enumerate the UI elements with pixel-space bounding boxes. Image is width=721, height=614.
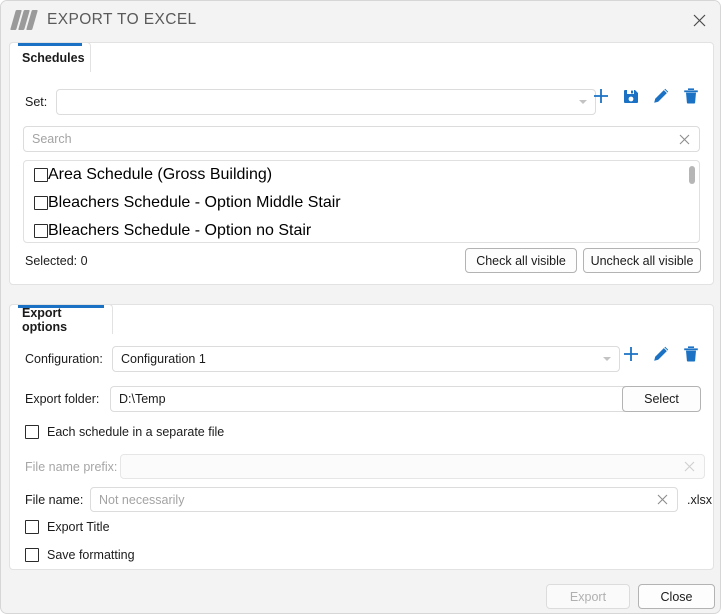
file-name-prefix-label: File name prefix: [25,459,118,474]
delete-set-button[interactable] [682,87,700,105]
separate-file-checkbox-row[interactable]: Each schedule in a separate file [25,425,224,439]
select-folder-button[interactable]: Select [622,386,701,412]
schedules-panel: Schedules Set: Search Area Schedule (Gro… [9,42,714,285]
list-item[interactable]: Bleachers Schedule - Option Middle Stair [24,189,699,217]
file-name-prefix-input[interactable] [120,454,705,479]
save-icon [624,90,638,103]
list-item-label: Bleachers Schedule - Option Middle Stair [48,194,341,211]
close-window-button[interactable] [676,1,720,39]
set-toolbar [592,87,700,105]
tab-accent-bar [18,305,104,308]
export-title-checkbox-row[interactable]: Export Title [25,520,110,534]
save-formatting-label: Save formatting [47,548,135,562]
export-folder-value: D:\Temp [119,392,166,406]
schedule-list[interactable]: Area Schedule (Gross Building) Bleachers… [23,160,700,243]
list-item-checkbox[interactable] [34,196,48,210]
title-bar: EXPORT TO EXCEL [1,1,720,39]
close-button[interactable]: Close [638,584,715,609]
file-name-label: File name: [25,492,84,507]
chevron-down-icon [603,357,611,361]
pencil-icon [654,88,669,103]
save-set-button[interactable] [622,87,640,105]
export-to-excel-dialog: EXPORT TO EXCEL Schedules Set: Search Ar… [0,0,721,614]
file-extension-label: .xlsx [687,492,712,507]
save-formatting-checkbox[interactable] [25,548,39,562]
uncheck-all-visible-button[interactable]: Uncheck all visible [583,248,701,273]
search-input[interactable]: Search [23,126,700,152]
file-name-prefix-clear-button[interactable] [683,460,696,473]
list-item-checkbox[interactable] [34,224,48,238]
page-title: EXPORT TO EXCEL [47,11,197,28]
list-scrollbar[interactable] [689,166,695,239]
export-folder-row: Export folder: D:\Temp [25,386,628,412]
configuration-label: Configuration: [25,352,103,366]
separate-file-label: Each schedule in a separate file [47,425,225,439]
tab-schedules[interactable]: Schedules [9,42,91,72]
configuration-dropdown[interactable]: Configuration 1 [112,346,620,372]
search-clear-button[interactable] [678,133,691,146]
clear-icon [657,494,668,505]
app-logo-icon [10,10,38,30]
list-item[interactable]: Bleachers Schedule - Option no Stair [24,217,699,242]
configuration-value: Configuration 1 [121,352,206,366]
chevron-down-icon [579,100,587,104]
export-button[interactable]: Export [546,584,630,609]
set-row: Set: [25,89,596,115]
close-icon [693,14,705,26]
scrollbar-thumb[interactable] [689,166,695,184]
selected-count: Selected: 0 [25,254,88,268]
file-name-placeholder: Not necessarily [99,492,185,507]
trash-icon [684,88,698,104]
separate-file-checkbox[interactable] [25,425,39,439]
add-set-button[interactable] [592,87,610,105]
plus-icon [594,89,608,103]
search-placeholder: Search [32,132,72,146]
configuration-toolbar [622,345,700,363]
list-item[interactable]: Area Schedule (Gross Building) [24,161,699,189]
export-folder-label: Export folder: [25,392,100,406]
list-item-checkbox[interactable] [34,168,48,182]
file-name-clear-button[interactable] [656,493,669,506]
export-options-panel: Export options Configuration: Configurat… [9,304,714,570]
save-formatting-checkbox-row[interactable]: Save formatting [25,548,135,562]
check-all-visible-button[interactable]: Check all visible [465,248,577,273]
file-name-row: File name: Not necessarily .xlsx [25,487,712,512]
tab-export-options[interactable]: Export options [9,304,113,334]
export-folder-input[interactable]: D:\Temp [110,386,628,412]
file-name-input[interactable]: Not necessarily [90,487,678,512]
configuration-row: Configuration: Configuration 1 [25,346,620,372]
file-name-prefix-row: File name prefix: [25,454,705,479]
tab-schedules-label: Schedules [22,50,85,65]
tab-accent-bar [18,43,82,46]
export-title-label: Export Title [47,520,110,534]
set-label: Set: [25,95,48,109]
list-item-label: Bleachers Schedule - Option no Stair [48,222,312,239]
set-dropdown[interactable] [56,89,596,115]
edit-set-button[interactable] [652,87,670,105]
delete-configuration-button[interactable] [682,345,700,363]
tab-export-options-label: Export options [22,305,68,334]
trash-icon [684,346,698,362]
add-configuration-button[interactable] [622,345,640,363]
clear-icon [679,134,690,144]
plus-icon [624,347,638,361]
clear-icon [684,461,695,472]
pencil-icon [654,346,669,361]
list-item-label: Area Schedule (Gross Building) [48,166,273,183]
edit-configuration-button[interactable] [652,345,670,363]
export-title-checkbox[interactable] [25,520,39,534]
